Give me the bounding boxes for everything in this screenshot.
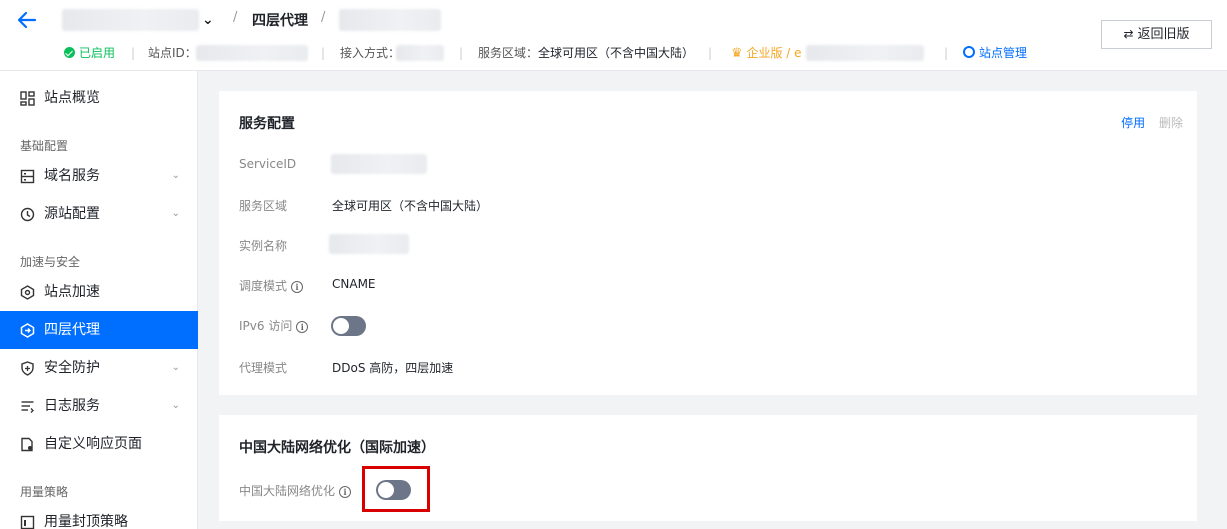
site-manage-link[interactable]: 站点管理 [963, 44, 1027, 62]
site-switch-chevron-down-icon[interactable]: ⌄ [202, 9, 214, 31]
ipv6-toggle[interactable] [331, 316, 366, 336]
site-meta-row: 已启用 | 站点ID： | 接入方式： | 服务区域： 全球可用区（不含中国大陆… [0, 44, 1060, 62]
region-value: 全球可用区（不含中国大陆） [538, 46, 695, 60]
schedule-mode-value: CNAME [332, 277, 376, 291]
info-icon[interactable]: i [291, 281, 304, 293]
region-value: 全球可用区（不含中国大陆） [332, 199, 489, 213]
access-method-redacted [396, 45, 444, 61]
chevron-down-icon: ⌄ [171, 400, 180, 411]
nav-group-accel: 加速与安全 [20, 255, 81, 269]
toggle-knob [333, 318, 349, 334]
revert-old-version-button[interactable]: ⇄ 返回旧版 [1101, 20, 1212, 49]
nav-group-basic: 基础配置 [20, 139, 69, 153]
breadcrumb-separator: / [321, 10, 326, 25]
instance-name-redacted [329, 234, 409, 254]
sidebar-item-custom-page[interactable]: 自定义响应页面 [0, 425, 198, 463]
site-id-label: 站点ID： [148, 46, 197, 60]
settings-icon [963, 46, 975, 58]
sidebar-item-overview[interactable]: 站点概览 [0, 79, 198, 117]
service-config-title: 服务配置 [239, 116, 295, 132]
highlight-annotation-box [362, 466, 430, 512]
server-icon [20, 169, 35, 184]
site-id-redacted [196, 45, 308, 61]
history-icon [20, 207, 35, 222]
accelerate-icon [20, 285, 35, 300]
instance-name-label: 实例名称 [239, 239, 288, 253]
chevron-down-icon: ⌄ [171, 362, 180, 373]
sidebar-item-log-service[interactable]: 日志服务 ⌄ [0, 387, 198, 425]
top-header: ⌄ / 四层代理 / 已启用 | 站点ID： | 接入方式： | 服务区域： 全… [0, 0, 1227, 71]
breadcrumb-separator: / [233, 10, 238, 25]
proxy-icon [20, 323, 35, 338]
info-icon[interactable]: i [296, 321, 309, 333]
sidebar-item-site-accel[interactable]: 站点加速 [0, 273, 198, 311]
nav-group-usage: 用量策略 [20, 485, 69, 499]
sidebar-item-domain-service[interactable]: 域名服务 ⌄ [0, 157, 198, 195]
page-icon [21, 437, 33, 452]
chevron-down-icon: ⌄ [171, 170, 180, 181]
meta-separator: | [944, 46, 949, 60]
service-config-card: 服务配置 停用 删除 ServiceID 服务区域 全球可用区（不含中国大陆） … [219, 91, 1197, 395]
meta-separator: | [131, 46, 136, 60]
crown-icon: ♛ [731, 46, 743, 61]
region-label: 服务区域 [239, 199, 288, 213]
sidebar: 站点概览 基础配置 域名服务 ⌄ 源站配置 ⌄ 加速与安全 站点加速 四层代理 … [0, 71, 198, 529]
instance-name-redacted [339, 9, 441, 31]
log-list-icon [21, 401, 34, 413]
disable-button[interactable]: 停用 [1121, 116, 1145, 130]
swap-icon: ⇄ [1123, 27, 1134, 41]
schedule-mode-label: 调度模式 i [239, 277, 304, 294]
meta-separator: | [459, 46, 464, 60]
site-name-redacted[interactable] [62, 9, 199, 31]
chevron-down-icon: ⌄ [171, 208, 180, 219]
shield-icon [21, 361, 34, 376]
usage-cap-icon [20, 515, 35, 529]
delete-button[interactable]: 删除 [1159, 116, 1183, 130]
plan-id-redacted [806, 45, 924, 61]
access-method-label: 接入方式： [340, 46, 401, 60]
mainland-opt-label: 中国大陆网络优化 i [239, 482, 352, 499]
ipv6-label: IPv6 访问 i [239, 317, 309, 334]
plan-info: ♛ 企业版 / e [731, 46, 802, 61]
mainland-opt-title: 中国大陆网络优化（国际加速） [239, 440, 435, 456]
proxy-mode-label: 代理模式 [239, 361, 288, 375]
proxy-mode-value: DDoS 高防，四层加速 [332, 361, 454, 375]
sidebar-item-usage-cap[interactable]: 用量封顶策略 [0, 503, 198, 529]
card-actions: 停用 删除 [1121, 114, 1183, 131]
sidebar-item-origin-config[interactable]: 源站配置 ⌄ [0, 195, 198, 233]
status-badge: 已启用 [64, 44, 115, 62]
dashboard-icon [20, 91, 35, 106]
sidebar-item-security[interactable]: 安全防护 ⌄ [0, 349, 198, 387]
back-arrow-icon[interactable] [16, 9, 38, 31]
check-circle-icon [64, 47, 75, 58]
region-label: 服务区域： [478, 46, 539, 60]
service-id-label: ServiceID [239, 157, 297, 171]
page-title: 四层代理 [252, 13, 308, 29]
meta-separator: | [708, 46, 713, 60]
service-id-redacted [331, 154, 427, 174]
sidebar-item-l4-proxy[interactable]: 四层代理 [0, 311, 198, 349]
info-icon[interactable]: i [339, 486, 352, 498]
meta-separator: | [321, 46, 326, 60]
